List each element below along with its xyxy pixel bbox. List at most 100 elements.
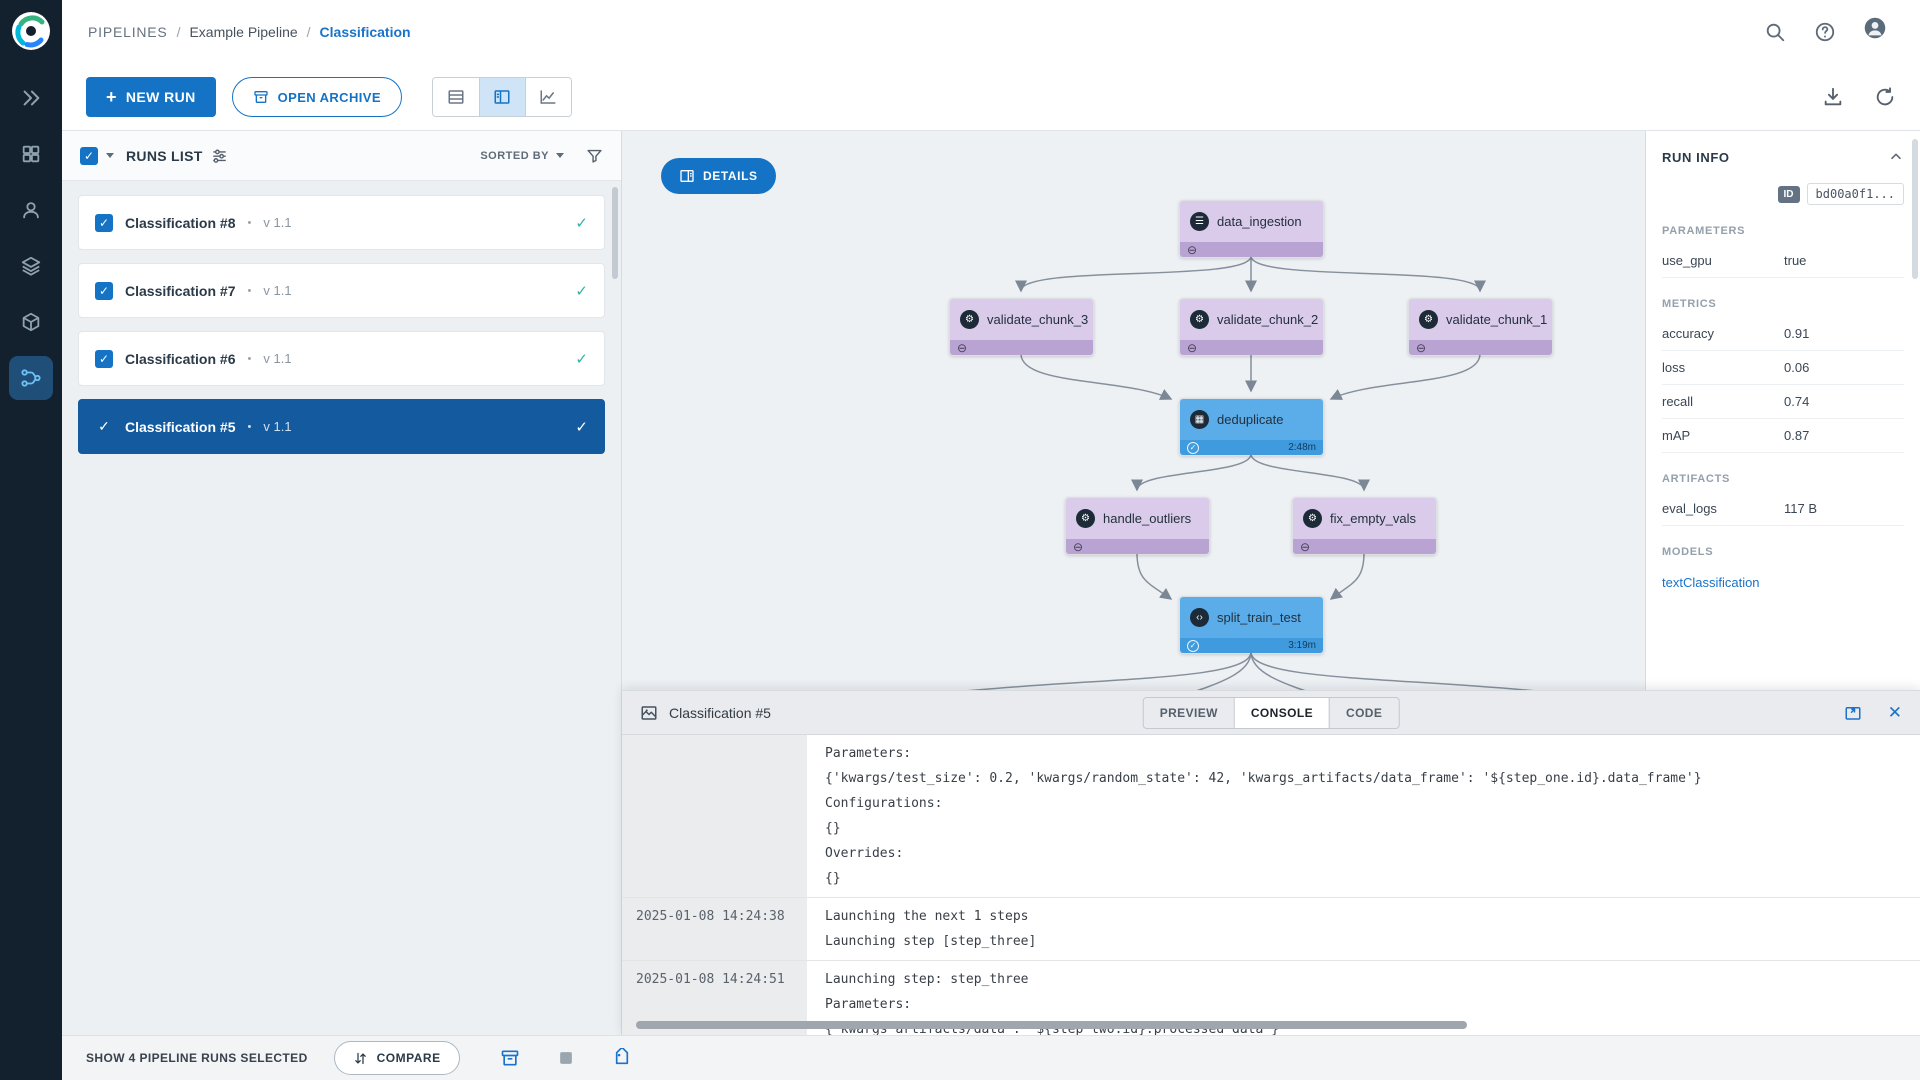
models-icon[interactable] [9, 300, 53, 344]
archive-selected-icon[interactable] [500, 1048, 520, 1068]
log-lines: Launching the next 1 steps Launching ste… [807, 898, 1920, 960]
dag-node-validate-chunk-2[interactable]: ⚙ validate_chunk_2 ⊖ [1179, 298, 1324, 356]
parameter-row: use_gpu true [1662, 244, 1904, 278]
gear-icon: ⚙ [1303, 509, 1322, 528]
console-horizontal-scrollbar[interactable] [636, 1021, 1467, 1029]
sorted-by-label: SORTED BY [480, 149, 549, 162]
breadcrumb-root[interactable]: PIPELINES [88, 24, 168, 40]
compare-label: COMPARE [376, 1051, 441, 1065]
projects-icon[interactable] [9, 132, 53, 176]
run-row-classification-5[interactable]: ✓ Classification #5 • v 1.1 ✓ [78, 399, 605, 454]
artifact-key[interactable]: eval_logs [1662, 501, 1784, 516]
log-line: {'kwargs/test_size': 0.2, 'kwargs/random… [825, 771, 1702, 786]
search-icon[interactable] [1764, 21, 1786, 43]
app-logo-icon[interactable] [10, 10, 52, 52]
run-info-scrollbar[interactable] [1912, 139, 1918, 279]
artifacts-section-title: ARTIFACTS [1662, 473, 1731, 485]
artifact-value: 117 B [1784, 501, 1818, 516]
pipelines-icon[interactable] [9, 356, 53, 400]
download-icon[interactable] [1822, 86, 1844, 108]
dag-node-validate-chunk-1[interactable]: ⚙ validate_chunk_1 ⊖ [1408, 298, 1553, 356]
expand-panel-icon[interactable] [1844, 704, 1862, 722]
column-settings-icon[interactable] [211, 147, 228, 164]
metric-value: 0.06 [1784, 360, 1810, 375]
metric-row: loss 0.06 [1662, 351, 1904, 385]
auto-refresh-icon[interactable] [1874, 86, 1896, 108]
log-timestamp [622, 735, 807, 897]
dag-node-data-ingestion[interactable]: ☰ data_ingestion ⊖ [1179, 200, 1324, 258]
sorted-by-dropdown[interactable]: SORTED BY [480, 150, 564, 162]
metric-key: loss [1662, 360, 1686, 375]
view-toggle-group [431, 77, 572, 117]
node-header: ‹› split_train_test [1180, 597, 1323, 638]
collapse-chevron-icon[interactable] [1888, 149, 1904, 165]
select-all-checkbox[interactable]: ✓ [80, 146, 98, 165]
console-log[interactable]: Parameters: {'kwargs/test_size': 0.2, 'k… [622, 735, 1920, 1035]
table-view-button[interactable] [432, 78, 479, 116]
filter-icon[interactable] [586, 147, 603, 164]
tab-console[interactable]: CONSOLE [1233, 697, 1330, 728]
footer-action-icons [500, 1048, 632, 1068]
user-avatar[interactable] [1864, 17, 1894, 47]
runs-panel: ✓ RUNS LIST SORTED BY ✓ Classification #… [62, 131, 622, 1035]
details-label: DETAILS [703, 169, 758, 183]
runs-list: ✓ Classification #8 • v 1.1 ✓ ✓ Classifi… [62, 181, 621, 454]
node-label: split_train_test [1217, 610, 1301, 625]
breadcrumb: PIPELINES / Example Pipeline / Classific… [88, 24, 411, 40]
node-label: handle_outliers [1103, 511, 1192, 526]
breadcrumb-project[interactable]: Example Pipeline [189, 24, 297, 40]
select-all-caret-icon[interactable] [106, 153, 114, 158]
cached-status-icon: ⊖ [957, 340, 968, 355]
console-tab-group: PREVIEW CONSOLE CODE [1142, 696, 1400, 729]
selection-count-text: SHOW 4 PIPELINE RUNS SELECTED [86, 1051, 308, 1065]
help-icon[interactable] [1814, 21, 1836, 43]
getting-started-icon[interactable] [9, 76, 53, 120]
log-group: Parameters: {'kwargs/test_size': 0.2, 'k… [622, 735, 1920, 898]
content: ✓ RUNS LIST SORTED BY ✓ Classification #… [62, 131, 1920, 1035]
datasets-icon[interactable] [9, 244, 53, 288]
compare-button[interactable]: COMPARE [333, 1041, 460, 1075]
toolbar: + NEW RUN OPEN ARCHIVE [62, 64, 1920, 131]
grid-icon: ▦ [1190, 410, 1209, 429]
dag-node-handle-outliers[interactable]: ⚙ handle_outliers ⊖ [1065, 497, 1210, 555]
tag-icon[interactable] [612, 1048, 632, 1068]
dag-node-fix-empty-vals[interactable]: ⚙ fix_empty_vals ⊖ [1292, 497, 1437, 555]
workers-icon[interactable] [9, 188, 53, 232]
close-icon[interactable]: ✕ [1888, 703, 1902, 723]
details-button[interactable]: DETAILS [661, 158, 776, 194]
row-checkbox[interactable]: ✓ [95, 281, 113, 300]
tab-code[interactable]: CODE [1329, 697, 1398, 728]
split-view-button[interactable] [478, 78, 525, 116]
breadcrumb-current[interactable]: Classification [320, 24, 411, 40]
row-checkbox[interactable]: ✓ [95, 213, 113, 232]
new-run-button[interactable]: + NEW RUN [86, 77, 216, 117]
run-name: Classification #6 [125, 350, 236, 367]
runs-list-scrollbar[interactable] [612, 187, 618, 279]
run-row-classification-8[interactable]: ✓ Classification #8 • v 1.1 ✓ [78, 195, 605, 250]
node-footer: ⊖ [1180, 242, 1323, 257]
run-info-title: RUN INFO [1662, 149, 1730, 165]
model-link[interactable]: textClassification [1662, 575, 1760, 590]
log-timestamp: 2025-01-08 14:24:38 [636, 909, 785, 924]
chart-view-button[interactable] [524, 78, 571, 116]
dag-node-split-train-test[interactable]: ‹› split_train_test ✓ 3:19m [1179, 596, 1324, 654]
dag-node-validate-chunk-3[interactable]: ⚙ validate_chunk_3 ⊖ [949, 298, 1094, 356]
node-footer: ⊖ [1293, 539, 1436, 554]
node-header: ⚙ validate_chunk_3 [950, 299, 1093, 340]
run-row-classification-6[interactable]: ✓ Classification #6 • v 1.1 ✓ [78, 331, 605, 386]
row-checkbox[interactable]: ✓ [95, 349, 113, 368]
run-row-classification-7[interactable]: ✓ Classification #7 • v 1.1 ✓ [78, 263, 605, 318]
gear-icon: ⚙ [1419, 310, 1438, 329]
row-checkbox[interactable]: ✓ [95, 418, 113, 436]
console-run-title: Classification #5 [669, 704, 771, 721]
archive-icon [253, 89, 269, 105]
dag-node-deduplicate[interactable]: ▦ deduplicate ✓ 2:48m [1179, 398, 1324, 456]
node-footer: ✓ 2:48m [1180, 440, 1323, 455]
open-archive-button[interactable]: OPEN ARCHIVE [231, 77, 402, 117]
metric-value: 0.87 [1784, 428, 1810, 443]
tab-preview[interactable]: PREVIEW [1144, 698, 1234, 728]
footer-bar: SHOW 4 PIPELINE RUNS SELECTED COMPARE [62, 1035, 1920, 1080]
node-header: ☰ data_ingestion [1180, 201, 1323, 242]
node-label: validate_chunk_3 [987, 312, 1089, 327]
run-id-value[interactable]: bd00a0f1... [1806, 183, 1904, 205]
